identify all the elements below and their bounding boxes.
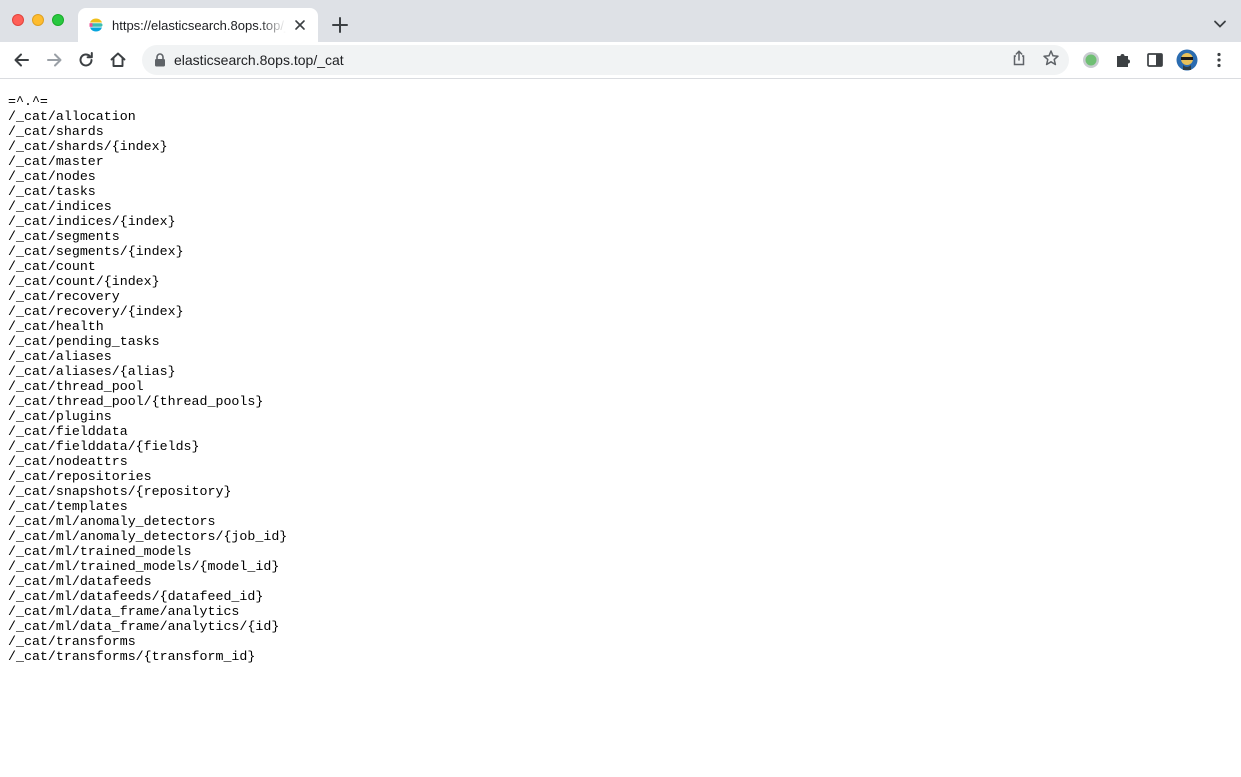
endpoint-line: /_cat/thread_pool/{thread_pools} xyxy=(8,394,264,409)
endpoint-line: /_cat/thread_pool xyxy=(8,379,144,394)
cat-endpoint-list: =^.^=/_cat/allocation/_cat/shards/_cat/s… xyxy=(8,94,1241,664)
puzzle-icon[interactable] xyxy=(1114,51,1132,69)
endpoint-line: /_cat/aliases/{alias} xyxy=(8,364,176,379)
endpoint-line: /_cat/segments/{index} xyxy=(8,244,184,259)
reload-icon[interactable] xyxy=(76,50,96,70)
endpoint-line: /_cat/ml/datafeeds/{datafeed_id} xyxy=(8,589,264,604)
endpoint-line: /_cat/repositories xyxy=(8,469,152,484)
endpoint-line: /_cat/ml/data_frame/analytics/{id} xyxy=(8,619,280,634)
close-icon[interactable] xyxy=(292,17,308,33)
endpoint-line: /_cat/fielddata xyxy=(8,424,128,439)
endpoint-line: /_cat/nodeattrs xyxy=(8,454,128,469)
endpoint-line: /_cat/pending_tasks xyxy=(8,334,160,349)
endpoint-line: /_cat/fielddata/{fields} xyxy=(8,439,200,454)
endpoint-line: /_cat/templates xyxy=(8,499,128,514)
plus-icon[interactable] xyxy=(330,15,350,35)
endpoint-line: /_cat/shards/{index} xyxy=(8,139,168,154)
url-text: elasticsearch.8ops.top/_cat xyxy=(174,52,344,68)
green-dot-icon[interactable] xyxy=(1082,51,1100,69)
endpoint-line: /_cat/ml/anomaly_detectors/{job_id} xyxy=(8,529,288,544)
endpoint-line: /_cat/ml/trained_models xyxy=(8,544,192,559)
endpoint-line: /_cat/ml/data_frame/analytics xyxy=(8,604,240,619)
chevron-down-icon[interactable] xyxy=(1213,17,1227,31)
endpoint-line: /_cat/transforms xyxy=(8,634,136,649)
endpoint-line: /_cat/segments xyxy=(8,229,120,244)
endpoint-line: /_cat/nodes xyxy=(8,169,96,184)
endpoint-line: /_cat/aliases xyxy=(8,349,112,364)
share-icon[interactable] xyxy=(1010,49,1028,67)
endpoint-line: /_cat/ml/datafeeds xyxy=(8,574,152,589)
url-path: /_cat xyxy=(313,52,344,68)
endpoint-line: /_cat/ml/trained_models/{model_id} xyxy=(8,559,280,574)
endpoint-line: /_cat/plugins xyxy=(8,409,112,424)
elastic-logo-icon xyxy=(88,17,104,33)
close-window-button[interactable] xyxy=(12,14,24,26)
tab-title: https://elasticsearch.8ops.top/_cat xyxy=(112,17,286,33)
kebab-menu-icon[interactable] xyxy=(1210,51,1228,69)
endpoint-line: /_cat/transforms/{transform_id} xyxy=(8,649,256,664)
zoom-window-button[interactable] xyxy=(52,14,64,26)
cat-header-line: =^.^= xyxy=(8,94,48,109)
arrow-right-icon[interactable] xyxy=(44,50,64,70)
endpoint-line: /_cat/recovery xyxy=(8,289,120,304)
lock-icon[interactable] xyxy=(154,53,166,67)
minimize-window-button[interactable] xyxy=(32,14,44,26)
endpoint-line: /_cat/count/{index} xyxy=(8,274,160,289)
arrow-left-icon[interactable] xyxy=(12,50,32,70)
endpoint-line: /_cat/snapshots/{repository} xyxy=(8,484,232,499)
browser-tab[interactable]: https://elasticsearch.8ops.top/_cat xyxy=(78,8,318,42)
star-icon[interactable] xyxy=(1042,49,1060,67)
sidepanel-icon[interactable] xyxy=(1146,51,1164,69)
endpoint-line: /_cat/allocation xyxy=(8,109,136,124)
home-icon[interactable] xyxy=(108,50,128,70)
endpoint-line: /_cat/count xyxy=(8,259,96,274)
endpoint-line: /_cat/indices xyxy=(8,199,112,214)
endpoint-line: /_cat/shards xyxy=(8,124,104,139)
endpoint-line: /_cat/recovery/{index} xyxy=(8,304,184,319)
page-content: =^.^=/_cat/allocation/_cat/shards/_cat/s… xyxy=(0,79,1241,664)
window-controls xyxy=(12,14,64,26)
browser-titlebar: https://elasticsearch.8ops.top/_cat xyxy=(0,0,1241,42)
url-host: elasticsearch.8ops.top xyxy=(174,52,314,68)
browser-toolbar: elasticsearch.8ops.top/_cat xyxy=(0,42,1241,79)
endpoint-line: /_cat/ml/anomaly_detectors xyxy=(8,514,216,529)
endpoint-line: /_cat/master xyxy=(8,154,104,169)
endpoint-line: /_cat/tasks xyxy=(8,184,96,199)
avatar-icon[interactable] xyxy=(1176,49,1198,71)
endpoint-line: /_cat/indices/{index} xyxy=(8,214,176,229)
address-bar[interactable]: elasticsearch.8ops.top/_cat xyxy=(142,45,1069,75)
endpoint-line: /_cat/health xyxy=(8,319,104,334)
